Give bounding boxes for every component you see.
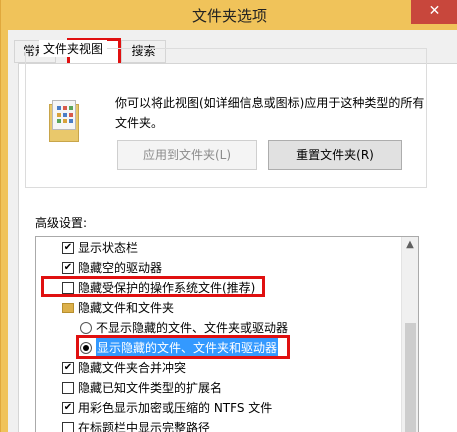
reset-folders-button[interactable]: 重置文件夹(R): [268, 140, 402, 170]
advanced-settings-list[interactable]: ✔ 显示状态栏 ✔ 隐藏空的驱动器 隐藏受保护的操作系统文件(推荐) 隐藏文件和…: [35, 236, 419, 432]
list-item-label: 隐藏空的驱动器: [78, 261, 163, 275]
list-item-dont-show-hidden[interactable]: 不显示隐藏的文件、文件夹或驱动器: [36, 318, 402, 338]
close-button[interactable]: ✕: [411, 0, 457, 24]
radio-button[interactable]: [80, 322, 92, 334]
folder-views-group-title: 文件夹视图: [39, 40, 108, 57]
list-item-hide-merge-conflicts[interactable]: ✔ 隐藏文件夹合并冲突: [36, 358, 402, 378]
list-item-label: 隐藏文件和文件夹: [78, 301, 175, 315]
list-item-hide-extensions[interactable]: 隐藏已知文件类型的扩展名: [36, 378, 402, 398]
list-item-label: 隐藏文件夹合并冲突: [78, 361, 187, 375]
checkbox[interactable]: [62, 422, 74, 432]
checkbox[interactable]: [62, 382, 74, 394]
list-item-label: 隐藏已知文件类型的扩展名: [78, 381, 223, 395]
list-item-label: 显示状态栏: [78, 241, 139, 255]
list-item-show-status-bar[interactable]: ✔ 显示状态栏: [36, 238, 402, 258]
scroll-up-arrow-icon[interactable]: ▲: [402, 237, 418, 253]
folder-options-window: 文件夹选项 ✕ 常规 查看 搜索 文件夹视图 你可以将此视图(如详细信息或图标)…: [0, 0, 457, 432]
list-item-hidden-files-folder: 隐藏文件和文件夹: [36, 298, 402, 318]
folder-icon: [62, 303, 74, 313]
folder-view-icon: [49, 98, 81, 142]
list-item-hide-empty-drives[interactable]: ✔ 隐藏空的驱动器: [36, 258, 402, 278]
list-item-label: 在标题栏中显示完整路径: [78, 421, 211, 432]
list-item-show-hidden[interactable]: 显示隐藏的文件、文件夹和驱动器: [36, 338, 402, 358]
window-title: 文件夹选项: [191, 7, 267, 25]
advanced-settings-label: 高级设置:: [35, 216, 88, 230]
apply-to-folders-button[interactable]: 应用到文件夹(L): [117, 140, 257, 170]
checkbox[interactable]: ✔: [62, 262, 74, 274]
list-item-label: 不显示隐藏的文件、文件夹或驱动器: [96, 321, 289, 335]
list-item-label: 隐藏受保护的操作系统文件(推荐): [78, 281, 256, 295]
list-item-label: 用彩色显示加密或压缩的 NTFS 文件: [78, 401, 273, 415]
list-item-hide-protected-os-files[interactable]: 隐藏受保护的操作系统文件(推荐): [36, 278, 402, 298]
checkbox[interactable]: ✔: [62, 402, 74, 414]
checkbox[interactable]: ✔: [62, 362, 74, 374]
scroll-thumb[interactable]: [405, 323, 416, 432]
list-scrollbar[interactable]: ▲: [401, 237, 418, 432]
list-item-color-ntfs[interactable]: ✔ 用彩色显示加密或压缩的 NTFS 文件: [36, 398, 402, 418]
checkbox[interactable]: [62, 282, 74, 294]
folder-views-description: 你可以将此视图(如详细信息或图标)应用于这种类型的所有文件夹。: [115, 96, 425, 130]
list-item-full-path-title[interactable]: 在标题栏中显示完整路径: [36, 418, 402, 432]
radio-button[interactable]: [80, 342, 92, 354]
list-item-label: 显示隐藏的文件、文件夹和驱动器: [96, 338, 279, 358]
checkbox[interactable]: ✔: [62, 242, 74, 254]
title-bar[interactable]: 文件夹选项 ✕: [1, 0, 457, 30]
